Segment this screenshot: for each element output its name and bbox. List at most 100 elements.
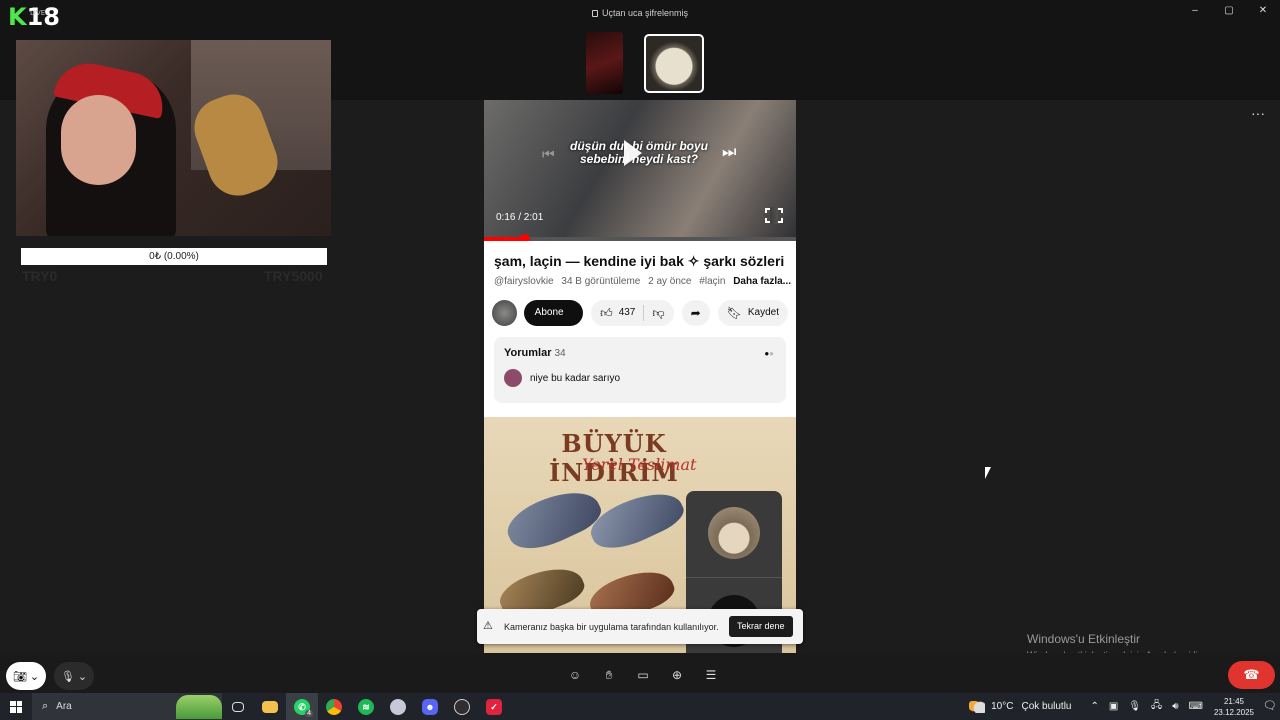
stream-logo: K18 LIVE	[8, 3, 60, 31]
clock-time: 21:45	[1223, 696, 1244, 706]
logo-number: 18	[26, 3, 61, 31]
call-center-controls: ☺ ✋︎ ▭ ⊕ ☰	[567, 667, 719, 683]
network-icon[interactable]: 🖧︎	[1151, 698, 1162, 715]
shoe-image-1	[500, 479, 607, 560]
comments-header: Yorumlar 34	[504, 347, 566, 359]
upload-age: 2 ay önce	[648, 276, 692, 287]
donation-goal-min: TRY0	[22, 268, 58, 284]
save-button[interactable]: 🔖︎ Kaydet	[717, 300, 788, 326]
obs-icon	[454, 698, 470, 715]
watermark-title: Windows'u Etkinleştir	[1027, 632, 1140, 646]
search-placeholder: Ara	[56, 701, 72, 712]
end-call-button[interactable]: ☎	[1228, 661, 1275, 689]
show-more-link[interactable]: Daha fazla...	[733, 276, 791, 287]
taskbar-search[interactable]: ⌕ Ara	[32, 693, 222, 720]
microphone-icon: 🎙︎	[60, 670, 75, 683]
taskbar-spotify[interactable]: ≋	[350, 693, 382, 720]
bookmark-icon: 🔖︎	[726, 306, 742, 320]
taskbar-whatsapp[interactable]: ✆ 4	[286, 693, 318, 720]
donation-goal-max: TRY5000	[264, 268, 323, 284]
start-button[interactable]	[0, 693, 32, 720]
comments-section[interactable]: Yorumlar 34 ●● niye bu kadar sarıyo	[494, 337, 786, 403]
taskbar-discord[interactable]: ☻	[414, 693, 446, 720]
weather-icon[interactable]	[969, 700, 986, 713]
windows-logo-icon	[10, 700, 22, 713]
next-icon[interactable]: ⏭	[722, 144, 736, 162]
call-controls-bar: 📷︎ ⌄ 🎙︎ ⌄ ☺ ✋︎ ▭ ⊕ ☰ ☎	[0, 653, 1280, 693]
camera-warning-toast: ⚠ Kameranız başka bir uygulama tarafında…	[477, 609, 803, 644]
maximize-button[interactable]: ▢	[1212, 4, 1246, 18]
chevron-up-icon[interactable]: ⌃	[1091, 701, 1099, 712]
clock-date: 23.12.2025	[1213, 707, 1254, 717]
screen-share-icon[interactable]: ▭	[635, 667, 651, 683]
participant-thumbnail-2-selected[interactable]	[644, 34, 704, 93]
channel-avatar[interactable]	[492, 300, 517, 326]
retry-button[interactable]: Tekrar dene	[729, 616, 793, 637]
hashtag[interactable]: #laçin	[699, 276, 725, 287]
microphone-button[interactable]: 🎙︎ ⌄	[54, 662, 94, 690]
video-info-panel: şam, laçin — kendine iyi bak ✧ şarkı söz…	[484, 241, 796, 653]
view-count: 34 B görüntüleme	[561, 276, 641, 287]
share-button[interactable]: ➦	[681, 300, 710, 326]
add-person-icon[interactable]: ⊕	[669, 667, 685, 683]
subscribe-button[interactable]: Abone ol	[523, 300, 584, 344]
preview-avatar-1	[708, 507, 760, 559]
raise-hand-icon[interactable]: ✋︎	[601, 667, 617, 683]
save-label: Kaydet	[747, 307, 779, 318]
microphone-icon[interactable]: 🎙︎	[1128, 701, 1141, 712]
whatsapp-badge: 4	[305, 710, 313, 717]
folder-icon	[262, 700, 278, 713]
system-clock[interactable]: 21:45 23.12.2025	[1214, 696, 1254, 718]
chrome-icon	[326, 698, 342, 715]
divider	[643, 305, 645, 321]
thumbs-up-icon[interactable]: 👍︎	[600, 300, 613, 326]
window-controls: – ▢ ✕	[1178, 4, 1280, 18]
divider	[686, 577, 782, 578]
notification-icon[interactable]: 🗨︎	[1260, 693, 1280, 720]
chevron-down-icon[interactable]: ⌄	[78, 670, 87, 683]
carousel-dots: ●●	[764, 349, 774, 358]
taskbar-app-generic[interactable]	[382, 693, 414, 720]
taskbar-app-red[interactable]: ✓	[478, 693, 510, 720]
close-button[interactable]: ✕	[1246, 4, 1280, 18]
previous-icon[interactable]: ⏮	[542, 146, 555, 163]
camera-toggle-button[interactable]: 📷︎ ⌄	[6, 662, 46, 690]
chevron-down-icon[interactable]: ⌄	[30, 670, 39, 683]
mouse-cursor	[985, 467, 991, 479]
video-meta: @fairyslovkie 34 B görüntüleme 2 ay önce…	[494, 276, 796, 287]
spotify-icon: ≋	[358, 698, 374, 715]
taskbar-chrome[interactable]	[318, 693, 350, 720]
like-count[interactable]: 437	[619, 300, 636, 326]
comments-count: 34	[554, 348, 566, 359]
encryption-status: Uçtan uca şifrelenmiş	[0, 8, 1280, 18]
video-title: şam, laçin — kendine iyi bak ✧ şarkı söz…	[494, 253, 785, 269]
thumbs-down-icon[interactable]: 👎︎	[652, 300, 664, 326]
ad-subtitle: Yerel Teslimat	[582, 455, 697, 474]
minimize-button[interactable]: –	[1178, 4, 1212, 18]
app-icon	[390, 698, 406, 715]
temperature[interactable]: 10°C	[991, 701, 1013, 712]
encryption-label: Uçtan uca şifrelenmiş	[601, 8, 689, 18]
channel-handle[interactable]: @fairyslovkie	[494, 276, 554, 287]
taskbar-obs[interactable]	[446, 693, 478, 720]
video-time: 0:16 / 2:01	[496, 212, 544, 223]
task-view-button[interactable]	[222, 693, 254, 720]
weather-description[interactable]: Çok bulutlu	[1021, 701, 1071, 712]
video-player[interactable]: düşün dur bi ömür boyu sebebini neydi ka…	[484, 100, 796, 240]
emoji-icon[interactable]: ☺	[567, 667, 583, 683]
chat-icon[interactable]: ☰	[703, 667, 719, 683]
more-options-button[interactable]: ···	[1248, 106, 1268, 124]
play-icon[interactable]	[624, 140, 642, 166]
participant-thumbnail-1[interactable]	[586, 32, 623, 94]
taskbar-file-explorer[interactable]	[254, 693, 286, 720]
lock-icon	[591, 10, 598, 17]
donation-goal-bar: 0₺ (0.00%)	[21, 248, 327, 265]
tray-app-icon[interactable]: ▣	[1109, 701, 1118, 712]
keyboard-icon[interactable]: ⌨︎	[1189, 701, 1203, 712]
discord-icon: ☻	[422, 698, 438, 715]
logo-k: K	[8, 3, 27, 31]
fullscreen-icon[interactable]	[764, 207, 784, 224]
volume-icon[interactable]: 🔊︎	[1172, 701, 1178, 712]
webcam-face	[61, 95, 136, 185]
share-icon: ➦	[690, 306, 701, 320]
